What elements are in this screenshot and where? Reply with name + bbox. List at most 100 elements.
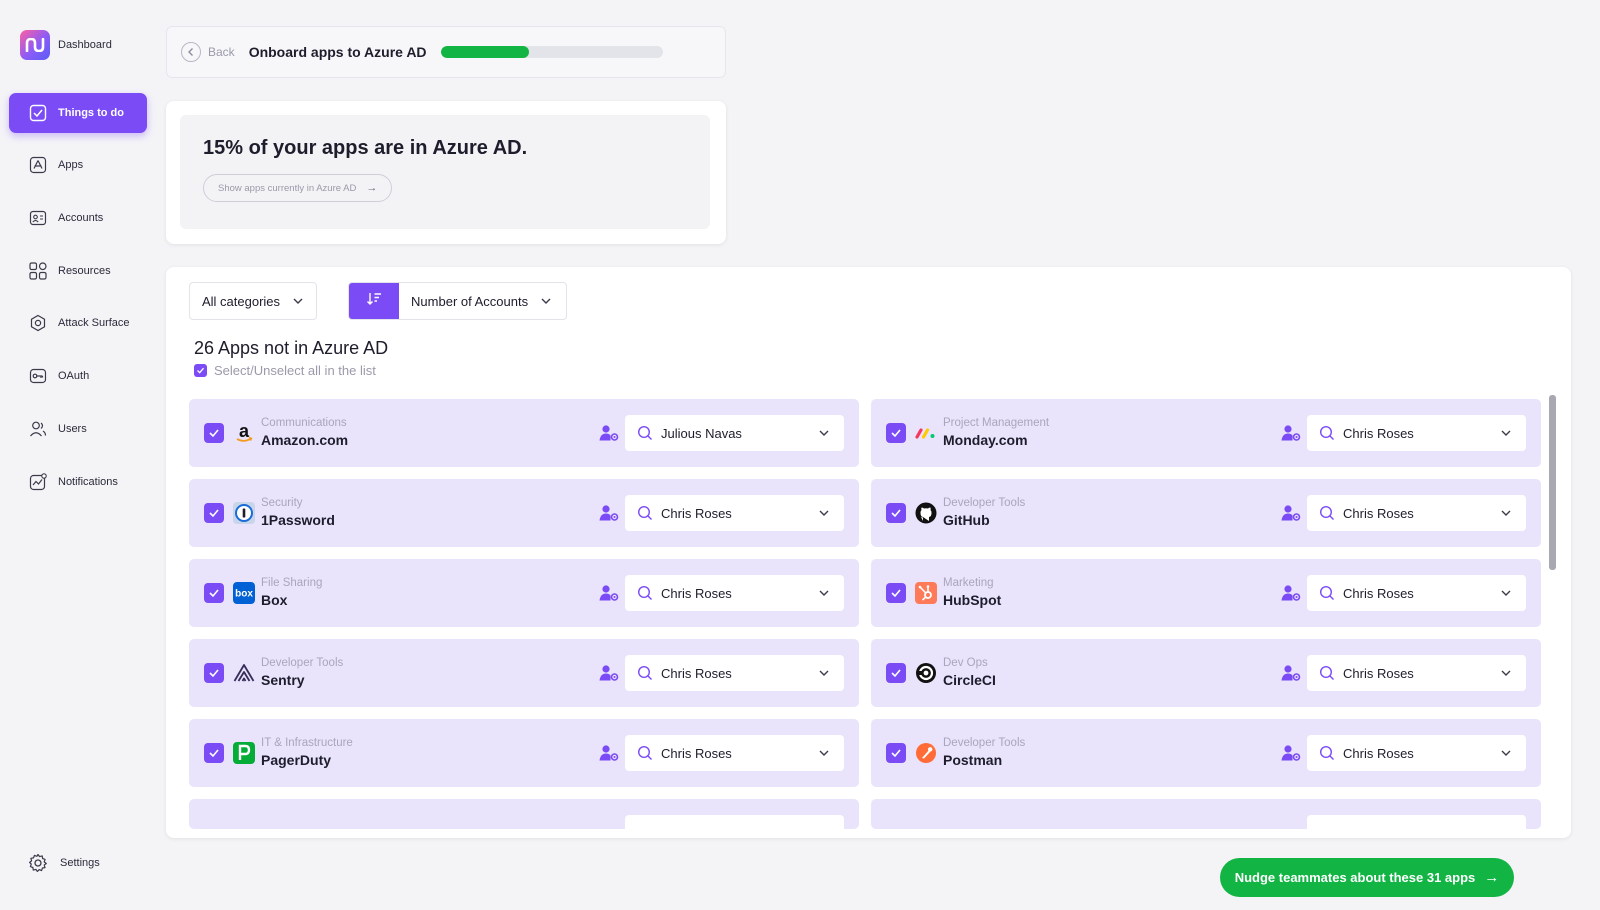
app-row: Developer Tools Postman Chris Roses bbox=[871, 719, 1541, 787]
filter-bar: All categories Number of Accounts bbox=[189, 282, 568, 320]
app-select-checkbox[interactable] bbox=[204, 663, 224, 683]
app-select-checkbox[interactable] bbox=[204, 583, 224, 603]
apps-list-card: All categories Number of Accounts 26 App… bbox=[166, 267, 1571, 838]
chevron-down-icon bbox=[1500, 429, 1512, 437]
app-row: IT & Infrastructure PagerDuty Chris Rose… bbox=[189, 719, 859, 787]
oauth-key-icon bbox=[29, 367, 47, 385]
monday-logo-icon bbox=[915, 422, 937, 444]
sort-by-select[interactable]: Number of Accounts bbox=[399, 294, 566, 309]
assign-owner-icon bbox=[1281, 424, 1301, 442]
sidebar-item-label: Resources bbox=[58, 265, 111, 277]
app-select-checkbox[interactable] bbox=[886, 663, 906, 683]
sidebar-item-apps[interactable]: Apps bbox=[9, 145, 147, 185]
owner-select[interactable]: Chris Roses bbox=[1307, 655, 1526, 691]
gear-icon bbox=[28, 853, 48, 873]
sort-descending-icon bbox=[366, 292, 382, 311]
sidebar-item-settings[interactable]: Settings bbox=[28, 853, 100, 873]
sidebar-item-notifications[interactable]: Notifications bbox=[9, 462, 147, 502]
sidebar-item-things-to-do[interactable]: Things to do bbox=[9, 93, 147, 133]
back-button[interactable]: Back bbox=[181, 42, 235, 62]
1password-logo-icon bbox=[233, 502, 255, 524]
search-icon bbox=[1319, 585, 1335, 601]
list-scrollbar[interactable] bbox=[1549, 395, 1556, 570]
dashboard-link[interactable]: Dashboard bbox=[20, 30, 112, 60]
owner-select[interactable]: Chris Roses bbox=[625, 495, 844, 531]
app-select-checkbox[interactable] bbox=[204, 503, 224, 523]
chevron-down-icon bbox=[818, 429, 830, 437]
owner-name: Chris Roses bbox=[661, 665, 732, 681]
owner-name: Julious Navas bbox=[661, 425, 742, 441]
task-header: Back Onboard apps to Azure AD bbox=[166, 26, 726, 78]
github-logo-icon bbox=[915, 502, 937, 524]
arrow-right-icon: → bbox=[366, 182, 378, 194]
app-select-checkbox[interactable] bbox=[204, 423, 224, 443]
owner-select[interactable]: Chris Roses bbox=[1307, 415, 1526, 451]
app-name: GitHub bbox=[943, 512, 990, 528]
summary-panel: 15% of your apps are in Azure AD. Show a… bbox=[180, 115, 710, 229]
chevron-down-icon bbox=[818, 589, 830, 597]
sidebar-item-users[interactable]: Users bbox=[9, 409, 147, 449]
chevron-down-icon bbox=[818, 669, 830, 677]
sidebar-item-oauth[interactable]: OAuth bbox=[9, 356, 147, 396]
chevron-down-icon bbox=[1500, 589, 1512, 597]
app-info: Project Management Monday.com bbox=[943, 416, 1049, 450]
assign-owner-icon bbox=[1281, 584, 1301, 602]
app-name: Sentry bbox=[261, 672, 305, 688]
chevron-down-icon bbox=[540, 297, 552, 305]
select-all-checkbox[interactable]: Select/Unselect all in the list bbox=[194, 363, 376, 378]
app-category: File Sharing bbox=[261, 577, 323, 589]
app-category: IT & Infrastructure bbox=[261, 737, 353, 749]
sentry-logo-icon bbox=[233, 662, 255, 684]
app-category: Communications bbox=[261, 417, 347, 429]
app-select-checkbox[interactable] bbox=[204, 743, 224, 763]
sort-direction-button[interactable] bbox=[349, 283, 400, 319]
sidebar-item-label: OAuth bbox=[58, 370, 90, 382]
check-square-icon bbox=[29, 104, 47, 122]
sidebar-item-accounts[interactable]: Accounts bbox=[9, 198, 147, 238]
owner-select[interactable]: Chris Roses bbox=[625, 655, 844, 691]
pagerduty-logo-icon bbox=[233, 742, 255, 764]
sidebar-item-resources[interactable]: Resources bbox=[9, 251, 147, 291]
app-category: Security bbox=[261, 497, 303, 509]
nudge-button-label: Nudge teammates about these 31 apps bbox=[1234, 870, 1476, 885]
owner-select[interactable]: Chris Roses bbox=[1307, 575, 1526, 611]
app-category: Developer Tools bbox=[261, 657, 344, 669]
sort-control: Number of Accounts bbox=[348, 282, 568, 320]
page-title: Onboard apps to Azure AD bbox=[248, 44, 427, 60]
nudge-teammates-button[interactable]: Nudge teammates about these 31 apps → bbox=[1220, 858, 1514, 897]
app-info: Communications Amazon.com bbox=[261, 416, 348, 450]
app-select-checkbox[interactable] bbox=[886, 503, 906, 523]
show-apps-in-azure-button[interactable]: Show apps currently in Azure AD → bbox=[203, 174, 393, 202]
sidebar-item-attack-surface[interactable]: Attack Surface bbox=[9, 303, 147, 343]
apps-icon bbox=[29, 156, 47, 174]
circleci-logo-icon bbox=[915, 662, 937, 684]
app-row-partial bbox=[871, 799, 1541, 829]
app-name: HubSpot bbox=[943, 592, 1002, 608]
assign-owner-icon bbox=[599, 664, 619, 682]
owner-name: Chris Roses bbox=[1343, 585, 1414, 601]
owner-select[interactable]: Chris Roses bbox=[625, 575, 844, 611]
sidebar-item-label: Notifications bbox=[58, 476, 118, 488]
owner-select[interactable]: Chris Roses bbox=[625, 735, 844, 771]
search-icon bbox=[1319, 665, 1335, 681]
app-select-checkbox[interactable] bbox=[886, 743, 906, 763]
assign-owner-icon bbox=[599, 424, 619, 442]
hubspot-logo-icon bbox=[915, 582, 937, 604]
app-category: Dev Ops bbox=[943, 657, 988, 669]
svg-text:box: box bbox=[235, 589, 253, 600]
app-select-checkbox[interactable] bbox=[886, 583, 906, 603]
search-icon bbox=[1319, 505, 1335, 521]
category-filter-select[interactable]: All categories bbox=[189, 282, 318, 320]
owner-select[interactable]: Julious Navas bbox=[625, 415, 844, 451]
owner-select[interactable]: Chris Roses bbox=[1307, 495, 1526, 531]
chevron-down-icon bbox=[818, 749, 830, 757]
app-select-checkbox[interactable] bbox=[886, 423, 906, 443]
search-icon bbox=[637, 665, 653, 681]
sidebar-item-label: Things to do bbox=[58, 107, 124, 119]
search-icon bbox=[637, 425, 653, 441]
apps-grid: a Communications Amazon.com Julious Nava… bbox=[189, 399, 1541, 829]
settings-label: Settings bbox=[60, 857, 100, 869]
postman-logo-icon bbox=[915, 742, 937, 764]
app-info: Developer Tools Sentry bbox=[261, 656, 343, 690]
owner-select[interactable]: Chris Roses bbox=[1307, 735, 1526, 771]
